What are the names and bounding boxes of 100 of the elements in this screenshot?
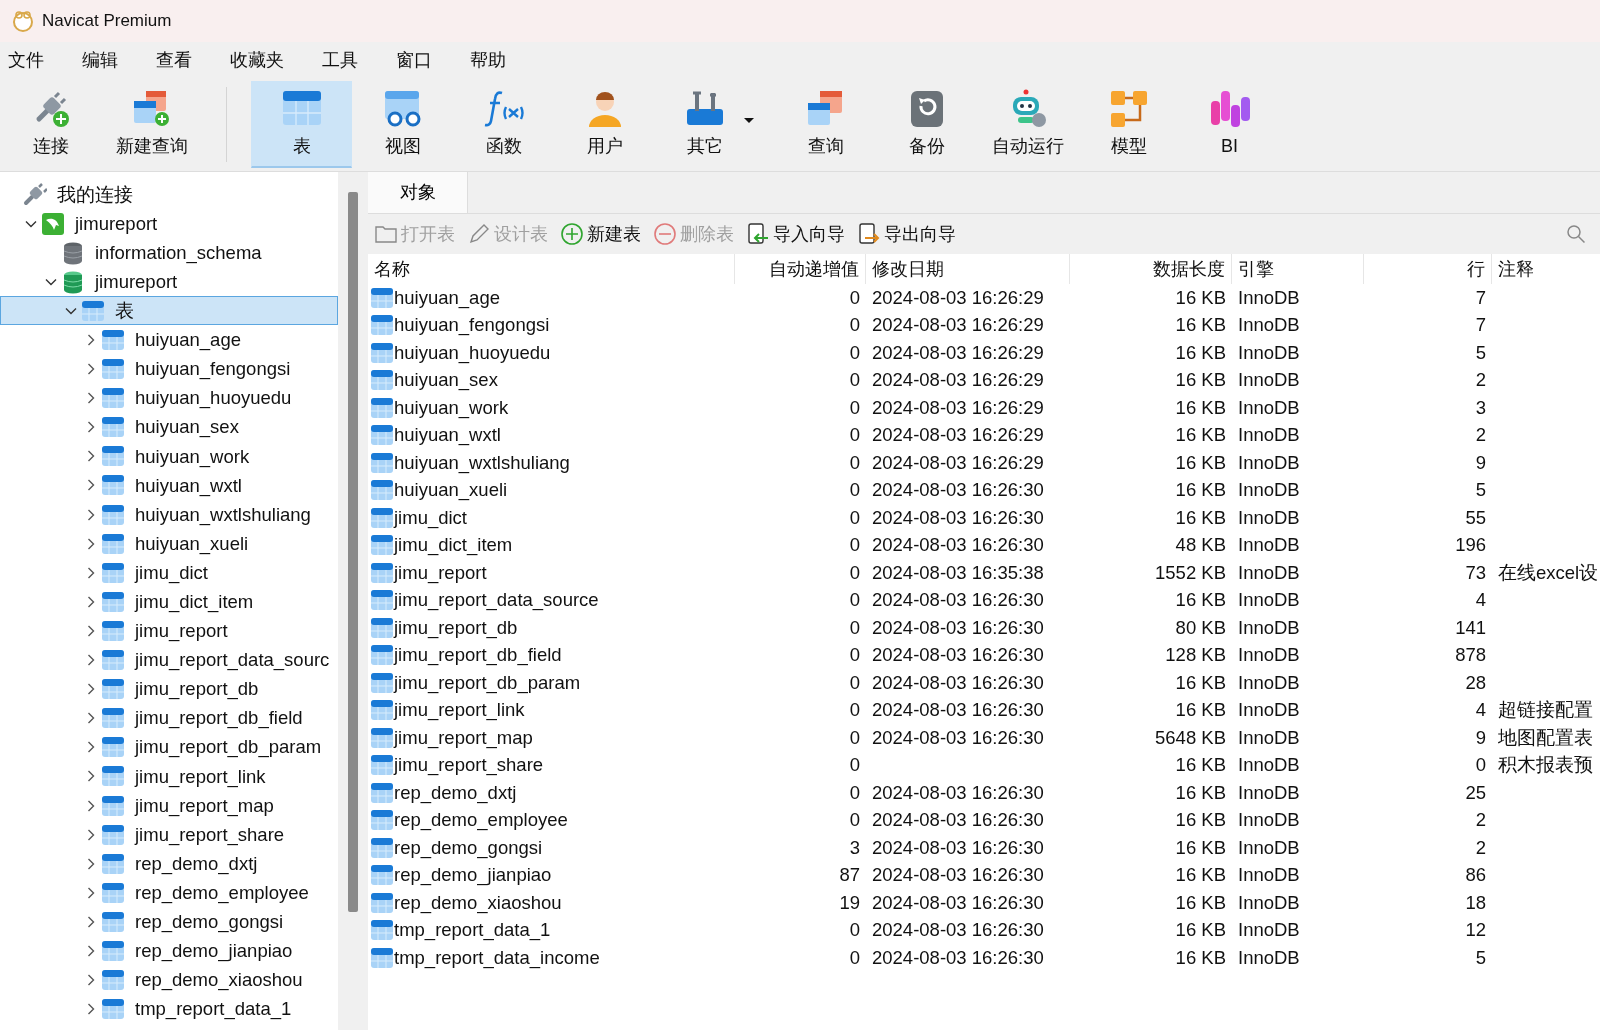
chevron-right-icon bbox=[85, 770, 97, 783]
tree-item[interactable]: jimu_dict_item bbox=[0, 587, 338, 617]
tree-item[interactable]: jimu_report_db_param bbox=[0, 732, 338, 762]
tree-item[interactable]: huiyuan_work bbox=[0, 441, 338, 471]
column-header[interactable]: 引擎 bbox=[1232, 254, 1364, 284]
tree-item[interactable]: information_schema bbox=[0, 238, 338, 268]
chevron-right-icon bbox=[85, 915, 97, 928]
table-cell-text: rep_demo_employee bbox=[394, 808, 568, 833]
tree-item[interactable]: huiyuan_xueli bbox=[0, 529, 338, 559]
toolbar-button[interactable]: 导入向导 bbox=[746, 220, 845, 248]
tree-item[interactable]: jimu_report_map bbox=[0, 790, 338, 821]
table-icon bbox=[101, 968, 125, 993]
tree-label: rep_demo_gongsi bbox=[135, 910, 284, 935]
toolbar-button[interactable]: 查询 bbox=[775, 81, 876, 168]
toolbar-button[interactable]: 用户 bbox=[554, 81, 655, 168]
tree-item[interactable]: jimu_dict bbox=[0, 558, 338, 588]
tree-item[interactable]: jimureport bbox=[0, 209, 338, 239]
toolbar-button[interactable]: 连接 bbox=[0, 81, 101, 168]
tab[interactable]: 对象 bbox=[368, 172, 468, 213]
chevron-right-icon bbox=[85, 566, 97, 579]
search-icon[interactable] bbox=[1566, 224, 1586, 244]
toolbar-button[interactable]: 新建表 bbox=[560, 220, 641, 248]
tree-item[interactable]: rep_demo_gongsi bbox=[0, 907, 338, 937]
table-cell-text: InnoDB bbox=[1238, 780, 1300, 805]
menu-item[interactable]: 查看 bbox=[148, 46, 192, 74]
table-icon bbox=[370, 890, 394, 915]
menu-item[interactable]: 文件 bbox=[0, 46, 44, 74]
chevron-right-icon bbox=[85, 857, 97, 870]
tree-item[interactable]: rep_demo_employee bbox=[0, 878, 338, 908]
tree-label: rep_demo_xiaoshou bbox=[135, 968, 303, 993]
menu-item[interactable]: 工具 bbox=[314, 46, 358, 74]
tree-label: rep_demo_employee bbox=[135, 880, 309, 906]
tree-item[interactable]: 我的连接 bbox=[0, 180, 338, 210]
table-cell-text: 16 KB bbox=[1175, 588, 1226, 613]
table-cell-text: 0 bbox=[849, 588, 860, 613]
tree-item[interactable]: jimu_report bbox=[0, 616, 338, 646]
toolbar-button[interactable]: 备份 bbox=[876, 81, 977, 168]
tree-item[interactable]: rep_demo_jianpiao bbox=[0, 936, 338, 966]
toolbar-button[interactable]: 自动运行 bbox=[977, 81, 1078, 168]
toolbar-button[interactable]: 模型 bbox=[1078, 81, 1179, 168]
tree-item[interactable]: huiyuan_age bbox=[0, 325, 338, 355]
tree-item[interactable]: 表 bbox=[0, 296, 338, 326]
tree-item[interactable]: jimu_report_db_field bbox=[0, 703, 338, 733]
table-cell-text: InnoDB bbox=[1238, 423, 1300, 448]
scrollbar[interactable] bbox=[338, 172, 368, 1030]
toolbar-button[interactable]: 视图 bbox=[352, 81, 453, 168]
menu-item[interactable]: 收藏夹 bbox=[222, 46, 284, 74]
toolbar-button[interactable]: 其它 bbox=[655, 81, 775, 168]
table-cell-text: InnoDB bbox=[1238, 945, 1300, 970]
column-header[interactable]: 自动递增值 bbox=[735, 254, 866, 284]
tree-item[interactable]: jimu_report_share bbox=[0, 820, 338, 850]
column-header[interactable]: 名称 bbox=[368, 254, 735, 284]
tree-item[interactable]: jimu_report_db bbox=[0, 674, 338, 704]
tree-item[interactable]: huiyuan_huoyuedu bbox=[0, 383, 338, 413]
scrollbar-thumb[interactable] bbox=[348, 192, 358, 912]
chevron-right-icon bbox=[85, 363, 97, 376]
menu-item[interactable]: 帮助 bbox=[462, 46, 506, 74]
toolbar-button[interactable]: 表 bbox=[251, 81, 352, 168]
table-cell-text: InnoDB bbox=[1238, 863, 1300, 888]
tree-item[interactable]: rep_demo_xiaoshou bbox=[0, 965, 338, 995]
tree-label: huiyuan_wxtlshuliang bbox=[135, 502, 311, 528]
tree-item[interactable]: rep_demo_dxtj bbox=[0, 849, 338, 879]
tree-label: jimu_report bbox=[135, 619, 228, 644]
tree-label: jimu_report_share bbox=[135, 822, 285, 848]
tree-item[interactable]: jimu_report_data_sourc bbox=[0, 645, 338, 675]
tree-item[interactable]: tmp_report_data_1 bbox=[0, 994, 338, 1024]
table-cell-text: rep_demo_dxtj bbox=[394, 780, 517, 806]
toolbar-button[interactable]: 新建查询 bbox=[101, 81, 202, 168]
table-cell-text: InnoDB bbox=[1238, 615, 1300, 640]
table-cell-text: 16 KB bbox=[1175, 285, 1226, 310]
table-cell-text: tmp_report_data_income bbox=[394, 945, 600, 971]
column-header[interactable]: 行 bbox=[1364, 254, 1492, 284]
table-cell-text: InnoDB bbox=[1238, 698, 1300, 723]
tree-item[interactable]: jimu_report_link bbox=[0, 761, 338, 791]
menu-item[interactable]: 编辑 bbox=[74, 46, 118, 74]
tree-item[interactable]: huiyuan_fengongsi bbox=[0, 354, 338, 384]
function-icon bbox=[483, 89, 524, 129]
table-cell-text: 0 bbox=[849, 395, 860, 420]
table-icon bbox=[370, 285, 394, 310]
tree-item[interactable]: jimureport bbox=[0, 267, 338, 297]
table-cell-text: jimu_dict bbox=[394, 505, 467, 531]
toolbar-button[interactable]: 函数 bbox=[453, 81, 554, 168]
toolbar-button[interactable]: BI bbox=[1179, 81, 1280, 168]
tree-item[interactable]: huiyuan_wxtl bbox=[0, 470, 338, 501]
column-header[interactable]: 修改日期 bbox=[866, 254, 1070, 284]
tree-item[interactable]: huiyuan_sex bbox=[0, 412, 338, 442]
chevron-right-icon bbox=[85, 886, 97, 899]
table-cell-text: 2024-08-03 16:26:30 bbox=[872, 835, 1044, 860]
toolbar-button[interactable]: 导出向导 bbox=[857, 220, 956, 248]
plug-icon bbox=[23, 182, 47, 207]
table-cell-text: 2 bbox=[1475, 368, 1486, 393]
table-icon bbox=[81, 298, 105, 323]
table-icon bbox=[370, 478, 394, 503]
tree-item[interactable]: huiyuan_wxtlshuliang bbox=[0, 500, 338, 530]
column-header[interactable]: 数据长度 bbox=[1070, 254, 1232, 284]
menu-item[interactable]: 窗口 bbox=[388, 46, 432, 74]
table-cell-text: jimu_report_link bbox=[394, 698, 525, 723]
table-icon bbox=[101, 939, 125, 963]
column-header[interactable]: 注释 bbox=[1492, 254, 1600, 284]
table-icon bbox=[370, 313, 394, 338]
